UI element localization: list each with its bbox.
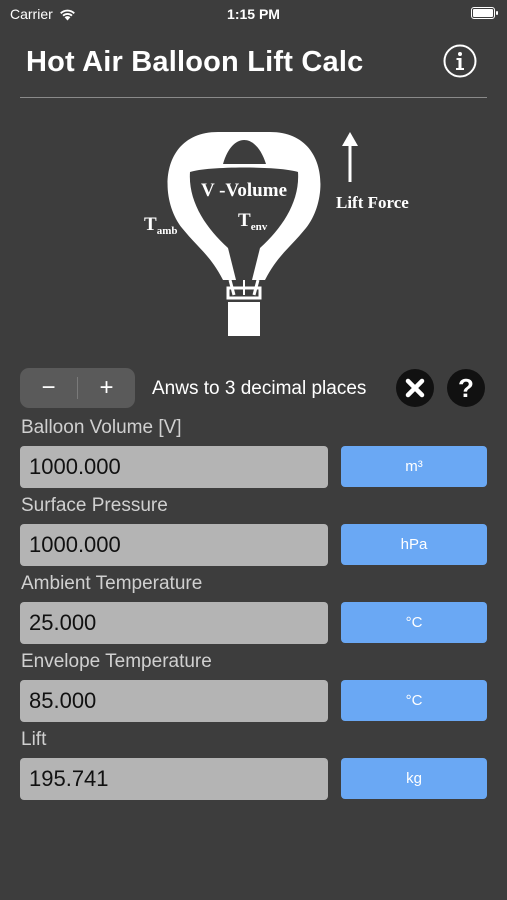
balloon-volume-label: Balloon Volume [V]	[21, 417, 182, 438]
surface-pressure-label: Surface Pressure	[21, 495, 168, 516]
decimal-stepper[interactable]: − +	[20, 368, 135, 408]
page-title: Hot Air Balloon Lift Calc	[26, 46, 364, 78]
t-amb-subscript: amb	[157, 225, 178, 237]
t-env-subscript: env	[251, 221, 268, 233]
pressure-unit-button[interactable]: hPa	[341, 524, 487, 565]
ambient-temperature-label: Ambient Temperature	[21, 573, 203, 594]
status-time: 1:15 PM	[227, 6, 280, 22]
ambient-temperature-unit-button[interactable]: °C	[341, 602, 487, 643]
close-icon[interactable]	[396, 369, 434, 407]
lift-label: Lift	[21, 729, 47, 750]
lift-unit-button[interactable]: kg	[341, 758, 487, 799]
envelope-temperature-input[interactable]	[20, 680, 328, 722]
t-amb-label: T	[144, 214, 157, 235]
header: Hot Air Balloon Lift Calc	[0, 36, 507, 94]
balloon-diagram: V -Volume Tenv Tamb Lift Force	[144, 132, 409, 336]
envelope-temperature-label: Envelope Temperature	[21, 651, 212, 672]
lift-arrow-icon	[342, 132, 358, 182]
envelope-temperature-unit-button[interactable]: °C	[341, 680, 487, 721]
ambient-temperature-input[interactable]	[20, 602, 328, 644]
balloon-basket-shape	[228, 302, 260, 336]
info-icon[interactable]	[443, 44, 477, 78]
volume-label: V -Volume	[201, 180, 287, 201]
header-divider	[20, 97, 487, 98]
volume-unit-button[interactable]: m³	[341, 446, 487, 487]
lift-force-label: Lift Force	[336, 193, 409, 212]
svg-text:Tamb: Tamb	[144, 214, 177, 237]
increment-button[interactable]: +	[78, 368, 135, 408]
decimals-label: Anws to 3 decimal places	[152, 378, 367, 399]
surface-pressure-input[interactable]	[20, 524, 328, 566]
battery-icon	[471, 7, 498, 19]
lift-input[interactable]	[20, 758, 328, 800]
help-icon[interactable]: ?	[447, 369, 485, 407]
status-bar: Carrier 1:15 PM	[0, 0, 507, 28]
t-env-label: T	[238, 210, 251, 231]
balloon-volume-input[interactable]	[20, 446, 328, 488]
decrement-button[interactable]: −	[20, 368, 77, 408]
svg-text:?: ?	[458, 373, 474, 403]
